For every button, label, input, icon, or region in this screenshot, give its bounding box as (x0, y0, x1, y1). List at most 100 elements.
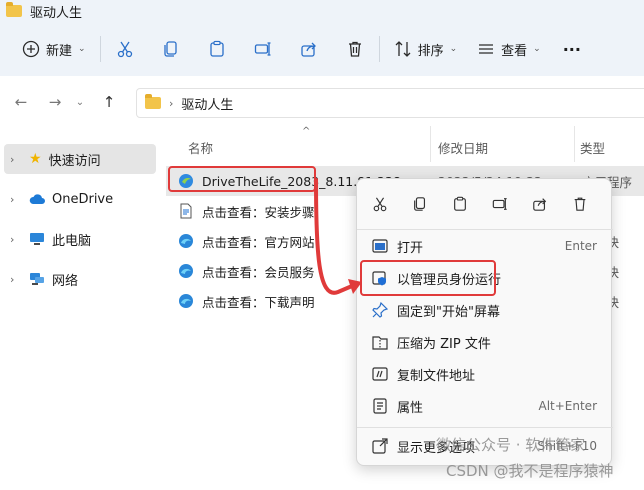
copy-icon (163, 41, 177, 57)
column-header-name[interactable]: 名称 (188, 138, 213, 157)
context-menu: 打开 Enter 以管理员身份运行 固定到"开始"屏幕 压缩为 ZIP 文件 复… (356, 178, 613, 466)
forward-button[interactable]: → (40, 87, 70, 117)
nav-item-this-pc[interactable]: › 此电脑 (4, 224, 156, 254)
copy-icon[interactable] (409, 193, 431, 215)
menu-item-compress-zip[interactable]: 压缩为 ZIP 文件 (361, 327, 609, 357)
column-divider[interactable] (574, 126, 575, 162)
chevron-down-icon: ⌄ (75, 96, 85, 108)
recent-button[interactable]: ⌄ (70, 87, 90, 117)
share-button[interactable] (293, 33, 325, 65)
nav-item-label: 快速访问 (48, 153, 101, 169)
window-title: 驱动人生 (30, 5, 83, 21)
nav-item-label: 网络 (52, 273, 79, 289)
nav-item-onedrive[interactable]: › OneDrive (4, 184, 156, 214)
share-icon[interactable] (529, 193, 551, 215)
star-icon: ★ (29, 151, 42, 167)
rename-button[interactable] (247, 33, 279, 65)
paste-button[interactable] (201, 33, 233, 65)
title-bar: 驱动人生 (0, 0, 644, 22)
menu-divider (357, 229, 613, 230)
rename-icon[interactable] (489, 193, 511, 215)
column-divider[interactable] (430, 126, 431, 162)
chevron-right-icon[interactable]: › (10, 233, 22, 246)
chevron-down-icon: ⌄ (78, 44, 86, 54)
nav-item-label: 此电脑 (52, 233, 92, 249)
view-icon (479, 44, 494, 54)
clipboard-icon (209, 40, 224, 57)
navigation-pane: › ★ 快速访问 › OneDrive › 此电脑 › 网络 (0, 140, 160, 490)
menu-item-copy-path[interactable]: 复制文件地址 (361, 359, 609, 389)
zip-icon (372, 336, 388, 350)
delete-icon[interactable] (569, 193, 591, 215)
menu-item-pin-to-start[interactable]: 固定到"开始"屏幕 (361, 295, 609, 325)
menu-item-shortcut: Alt+Enter (538, 399, 597, 413)
up-button[interactable]: ↑ (94, 87, 124, 117)
sort-button[interactable]: 排序 ⌄ (388, 33, 464, 65)
share-icon (300, 42, 316, 57)
copy-button[interactable] (155, 33, 187, 65)
watermark-line-2: CSDN @我不是程序猿神 (446, 462, 614, 480)
highlight-box-file (168, 166, 316, 192)
view-label: 查看 (501, 43, 528, 59)
menu-item-shortcut: Enter (564, 239, 597, 253)
breadcrumb[interactable]: 驱动人生 (181, 94, 233, 113)
menu-item-label: 属性 (397, 400, 424, 416)
arrow-up-icon: ↑ (102, 93, 116, 111)
folder-icon (145, 94, 161, 109)
sort-icon (395, 41, 411, 57)
menu-item-label: 打开 (397, 240, 424, 256)
scissors-icon (117, 41, 132, 58)
column-header-date[interactable]: 修改日期 (438, 138, 488, 157)
menu-item-label: 固定到"开始"屏幕 (397, 304, 500, 320)
chevron-right-icon[interactable]: › (10, 193, 22, 206)
rename-icon (254, 42, 271, 56)
file-name: 点击查看：下载声明 (202, 294, 315, 310)
chevron-down-icon: ⌄ (533, 44, 541, 54)
highlight-box-menu-item (360, 260, 496, 296)
file-name: 点击查看：会员服务 (202, 264, 315, 280)
plus-circle-icon (22, 40, 40, 58)
paste-icon[interactable] (449, 193, 471, 215)
nav-item-label: OneDrive (52, 191, 114, 207)
file-name: 点击查看：官方网站 (202, 234, 315, 250)
edge-icon (179, 234, 193, 248)
file-name: 点击查看：安装步骤 (202, 204, 315, 220)
new-button[interactable]: 新建 ⌄ (16, 33, 92, 65)
arrow-right-icon: → (48, 93, 62, 111)
nav-item-network[interactable]: › 网络 (4, 264, 156, 294)
back-button[interactable]: ← (6, 87, 36, 117)
more-icon: ··· (562, 39, 581, 59)
divider (99, 36, 101, 62)
computer-icon (30, 233, 44, 245)
menu-item-properties[interactable]: 属性 Alt+Enter (361, 391, 609, 421)
edge-icon (179, 294, 193, 308)
copy-path-icon (372, 367, 388, 381)
open-icon (372, 239, 388, 253)
arrow-left-icon: ← (14, 93, 28, 111)
menu-item-open[interactable]: 打开 Enter (361, 231, 609, 261)
sort-ascending-icon: ^ (302, 126, 311, 137)
watermark-line-1: 微信公众号 · 软件管家 (436, 436, 586, 454)
context-menu-quick-actions (357, 179, 613, 229)
delete-button[interactable] (339, 33, 371, 65)
sort-label: 排序 (417, 43, 444, 59)
breadcrumb-chevron-icon: › (169, 96, 174, 110)
more-options-icon (372, 438, 388, 454)
menu-item-label: 复制文件地址 (397, 368, 476, 384)
divider (378, 36, 380, 62)
text-file-icon (180, 203, 192, 219)
nav-item-quick-access[interactable]: › ★ 快速访问 (4, 144, 156, 174)
network-icon (30, 273, 44, 285)
chevron-right-icon[interactable]: › (10, 273, 22, 286)
cut-icon[interactable] (369, 193, 391, 215)
cut-button[interactable] (109, 33, 141, 65)
command-bar: 新建 ⌄ 排序 ⌄ 查看 ⌄ ··· (0, 22, 644, 76)
new-label: 新建 (46, 43, 73, 59)
chevron-right-icon[interactable]: › (10, 153, 22, 166)
trash-icon (348, 41, 361, 57)
more-button[interactable]: ··· (557, 33, 587, 65)
column-header-type[interactable]: 类型 (580, 138, 605, 157)
view-button[interactable]: 查看 ⌄ (471, 33, 547, 65)
address-bar[interactable]: › 驱动人生 (136, 88, 644, 118)
chevron-down-icon: ⌄ (449, 44, 458, 54)
